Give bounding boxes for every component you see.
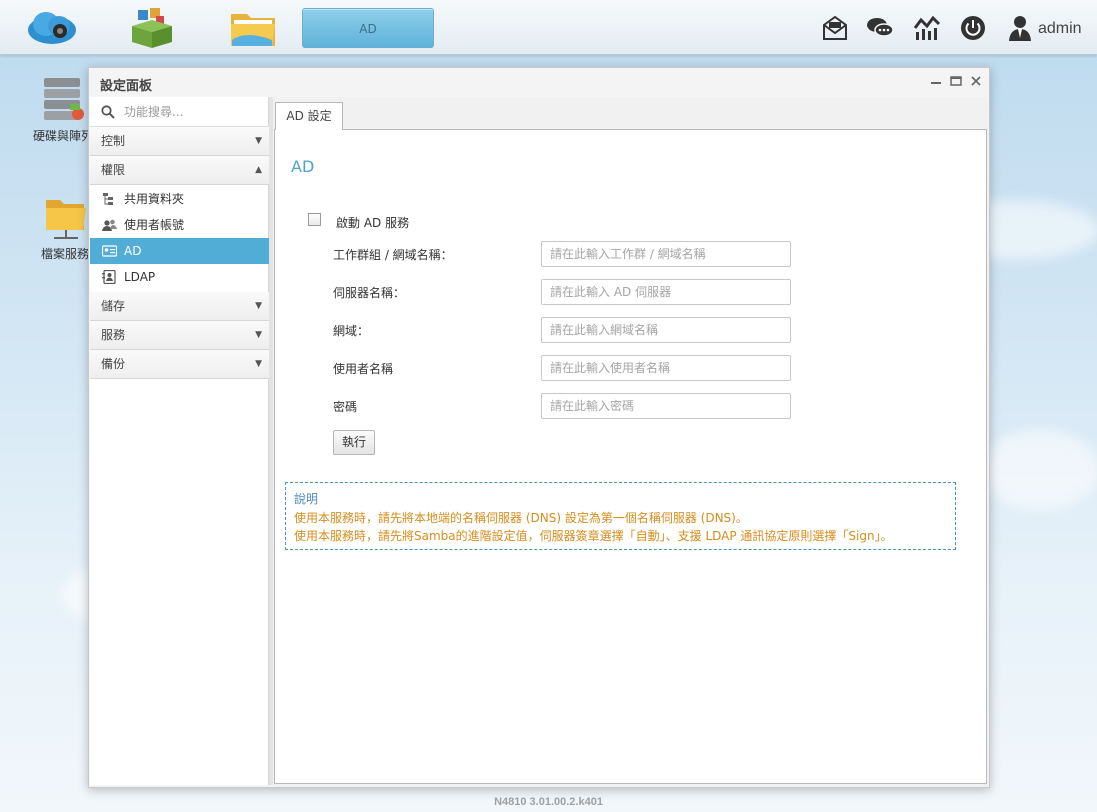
tab-ad-settings[interactable]: AD 設定 [275, 102, 343, 130]
chevron-down-icon: ▼ [255, 359, 262, 369]
taskbar: AD admin [0, 0, 1097, 55]
category-label: 權限 [101, 163, 126, 177]
sidebar-category-control[interactable]: 控制 ▼ [90, 127, 269, 156]
sidebar-item-users[interactable]: 使用者帳號 [90, 212, 269, 238]
chat-icon[interactable] [866, 14, 894, 42]
page-title: AD [291, 157, 315, 176]
workgroup-input[interactable] [541, 241, 791, 267]
sidebar-category-privilege[interactable]: 權限 ▲ [90, 156, 269, 185]
folder-icon[interactable] [228, 6, 280, 50]
sidebar-item-ldap[interactable]: LDAP [90, 264, 269, 290]
chevron-down-icon: ▼ [255, 330, 262, 340]
version-footer: N4810 3.01.00.2.k401 [494, 796, 603, 808]
task-button-ad[interactable]: AD [302, 8, 434, 48]
category-label: 儲存 [101, 299, 126, 313]
sidebar-category-backup[interactable]: 備份 ▼ [90, 350, 269, 379]
cloud-icon[interactable] [26, 6, 78, 50]
ad-icon [102, 245, 117, 257]
user-icon[interactable] [1006, 14, 1034, 42]
disk-array-icon [44, 78, 84, 120]
note-line: 使用本服務時，請先將本地端的名稱伺服器 (DNS) 設定為第一個名稱伺服器 (D… [294, 511, 748, 525]
ldap-icon [102, 270, 116, 284]
sidebar-item-label: 共用資料夾 [124, 192, 185, 206]
minimize-icon[interactable] [929, 74, 943, 88]
username-input[interactable] [541, 355, 791, 381]
chevron-up-icon: ▲ [255, 165, 262, 175]
users-icon [102, 219, 117, 231]
sidebar-category-storage[interactable]: 儲存 ▼ [90, 292, 269, 321]
server-name-input[interactable] [541, 279, 791, 305]
enable-ad-label[interactable]: 啟動 AD 服務 [336, 214, 409, 231]
window-titlebar[interactable]: 設定面板 [89, 68, 989, 96]
server-name-label: 伺服器名稱： [333, 286, 406, 300]
enable-ad-checkbox[interactable] [308, 213, 321, 226]
power-icon[interactable] [959, 14, 987, 42]
chevron-down-icon: ▼ [255, 136, 262, 146]
sidebar-item-label: 使用者帳號 [124, 218, 185, 232]
category-label: 服務 [101, 328, 126, 342]
note-box: 說明 使用本服務時，請先將本地端的名稱伺服器 (DNS) 設定為第一個名稱伺服器… [285, 482, 956, 550]
category-label: 控制 [101, 134, 126, 148]
workgroup-label: 工作群組 / 網域名稱： [333, 248, 453, 262]
sidebar-item-label: AD [124, 244, 142, 258]
note-line: 使用本服務時，請先將Samba的進階設定值，伺服器簽章選擇「自動」、支援 LDA… [294, 529, 893, 543]
domain-input[interactable] [541, 317, 791, 343]
sidebar-item-ad[interactable]: AD [90, 238, 269, 264]
sidebar-item-shared-folder[interactable]: 共用資料夾 [90, 186, 269, 212]
note-title: 說明 [294, 492, 319, 506]
file-service-icon [46, 200, 86, 239]
execute-button[interactable]: 執行 [333, 430, 375, 455]
username[interactable]: admin [1038, 20, 1082, 38]
close-icon[interactable] [969, 74, 983, 88]
shared-folder-icon [103, 193, 113, 205]
search-icon [101, 105, 115, 119]
mail-icon[interactable] [821, 14, 849, 42]
sidebar-item-label: LDAP [124, 270, 156, 284]
password-input[interactable] [541, 393, 791, 419]
monitor-icon[interactable] [913, 14, 941, 42]
domain-label: 網域： [333, 324, 370, 338]
content-panel: AD 啟動 AD 服務 工作群組 / 網域名稱： 伺服器名稱： 網域： 使用者名… [274, 129, 987, 784]
sidebar-category-service[interactable]: 服務 ▼ [90, 321, 269, 350]
username-label: 使用者名稱 [333, 362, 394, 376]
category-label: 備份 [101, 357, 126, 371]
search-input[interactable] [124, 103, 264, 121]
settings-window: 設定面板 控制 ▼ 權限 ▲ [88, 67, 990, 788]
sidebar: 控制 ▼ 權限 ▲ 共用資料夾 使用者帳號 [90, 97, 269, 785]
sidebar-search [90, 97, 269, 127]
maximize-icon[interactable] [949, 74, 963, 88]
chevron-down-icon: ▼ [255, 301, 262, 311]
window-title: 設定面板 [100, 79, 153, 94]
boxes-icon[interactable] [126, 6, 178, 50]
password-label: 密碼 [333, 400, 358, 414]
